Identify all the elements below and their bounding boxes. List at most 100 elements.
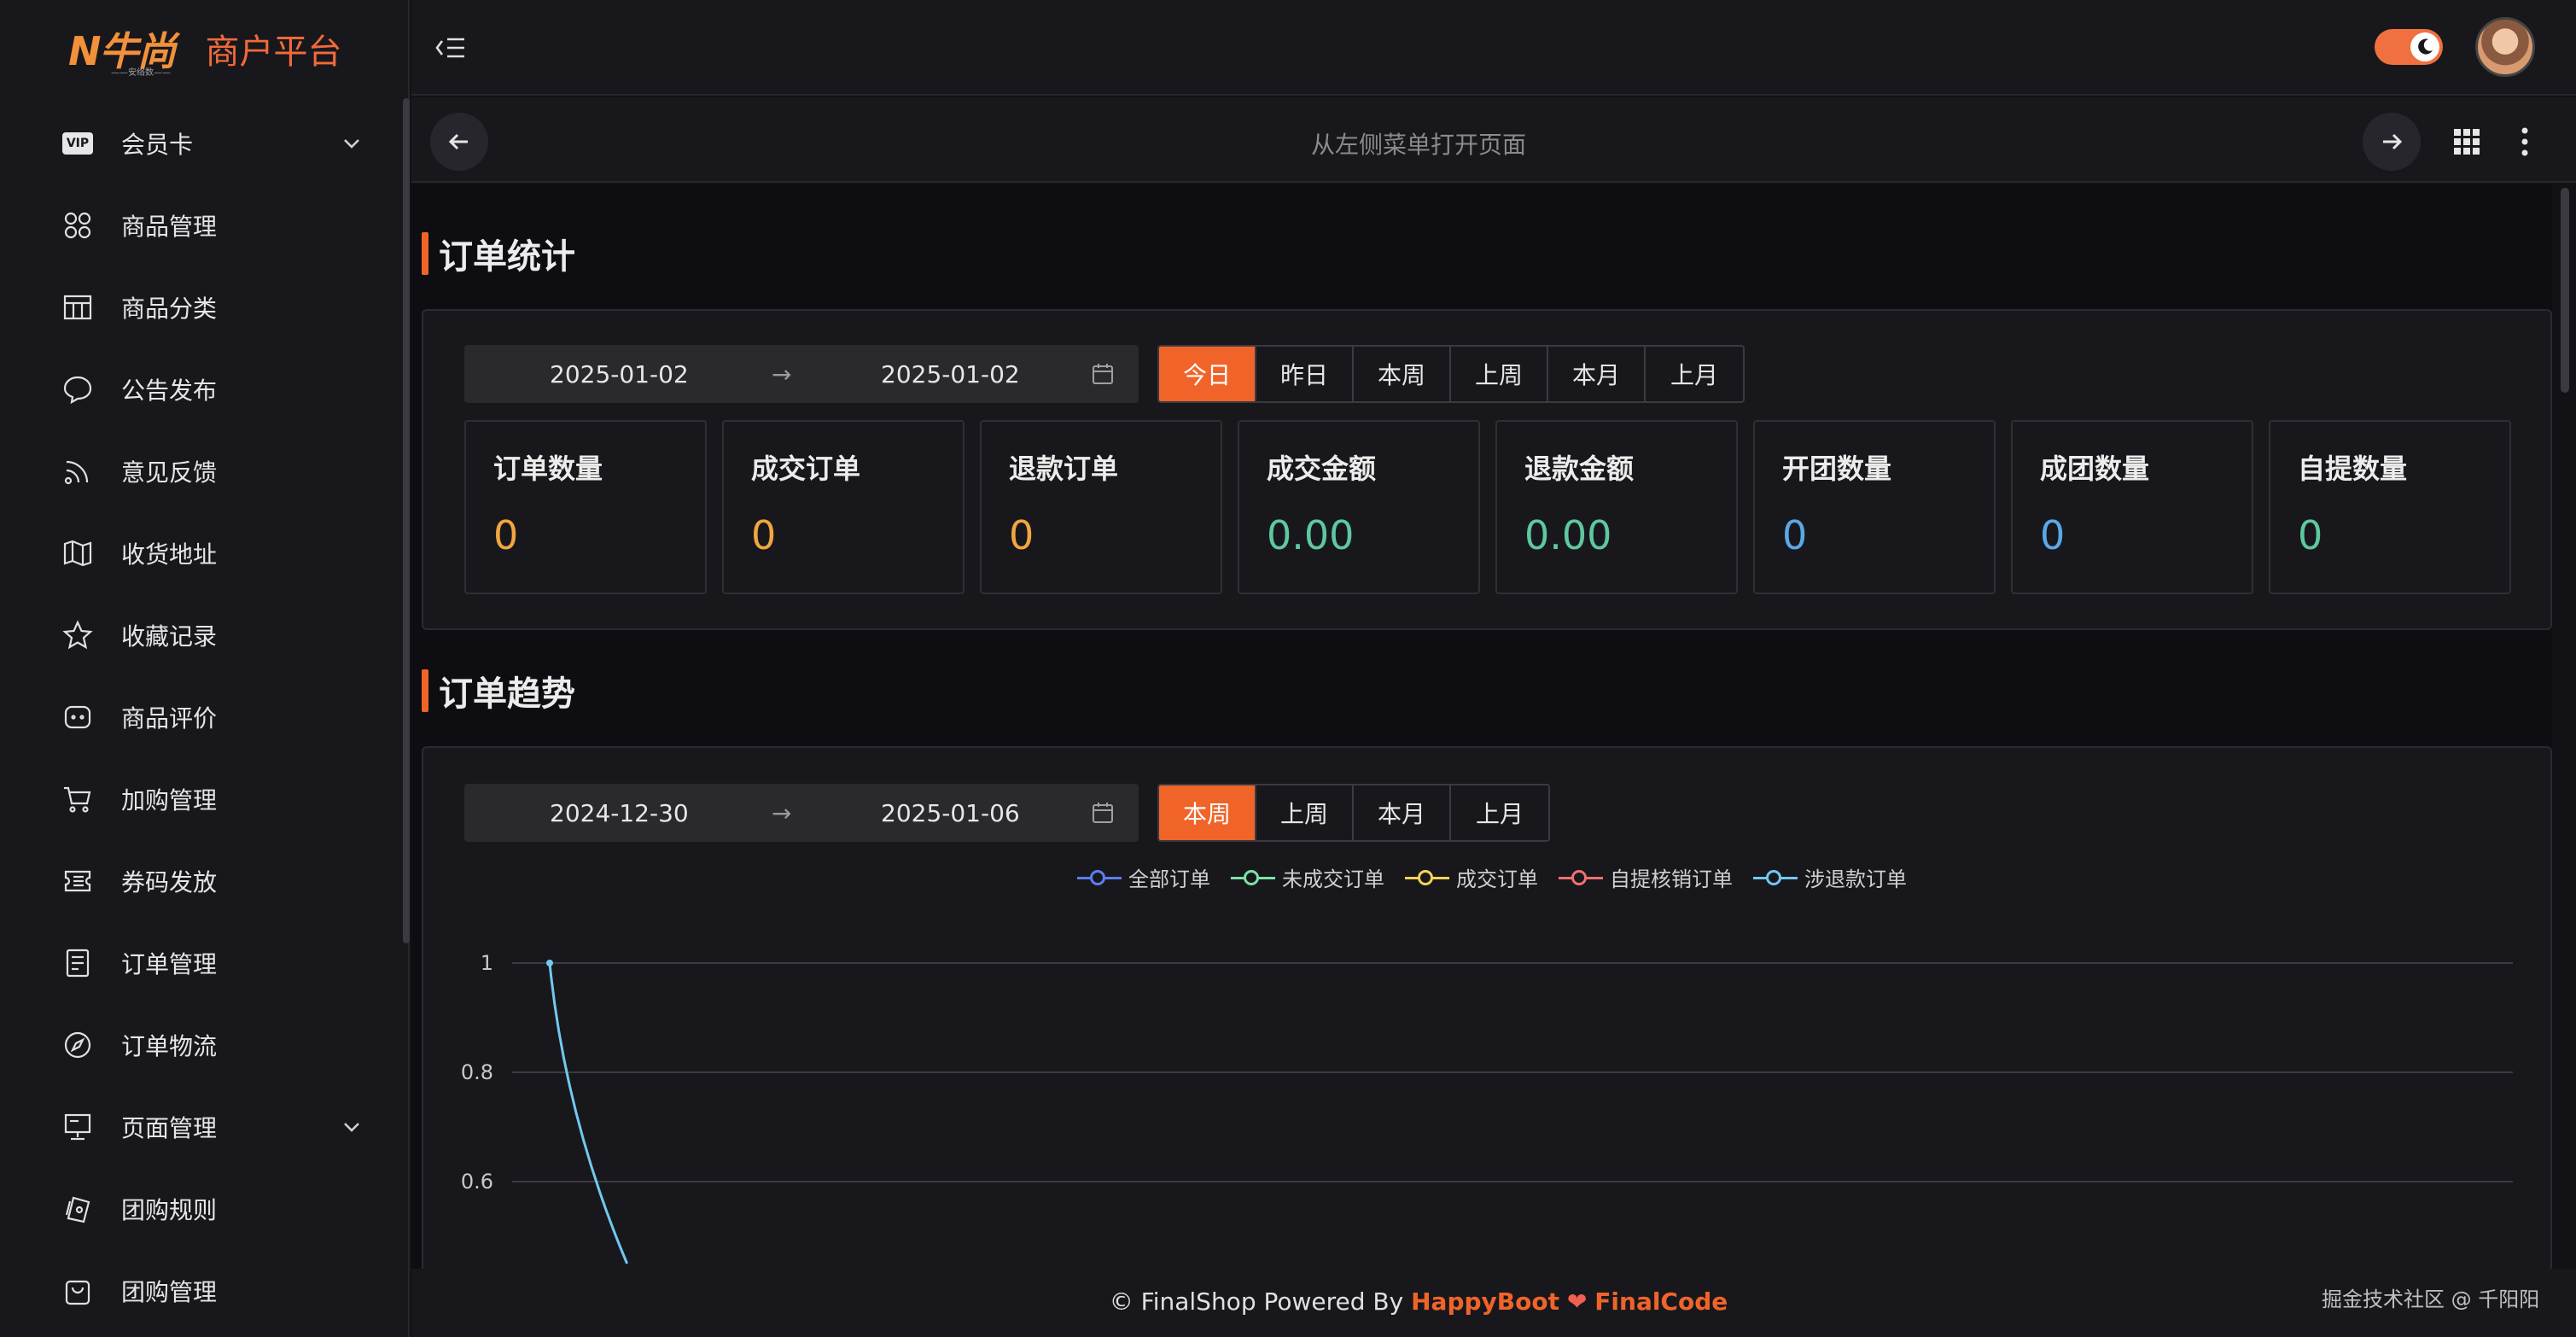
sidebar-item-6[interactable]: 收货地址 xyxy=(0,512,401,594)
moon-icon xyxy=(2410,32,2439,61)
stat-card-value: 0.00 xyxy=(1524,512,1612,558)
trend-range-buttons: 本周 上周 本月 上月 xyxy=(1157,784,1550,842)
rss-icon xyxy=(60,453,96,489)
stat-card-value: 0 xyxy=(2298,512,2323,558)
order-stats-title: 订单统计 xyxy=(422,229,575,278)
stat-card-label: 开团数量 xyxy=(1782,452,1892,485)
star-icon xyxy=(60,617,96,653)
sidebar-item-1[interactable]: VIP 会员卡 xyxy=(0,102,401,184)
sidebar-item-label: 意见反馈 xyxy=(121,458,218,487)
legend-label: 成交订单 xyxy=(1456,867,1538,891)
trend-date-end[interactable]: 2025-01-06 xyxy=(881,799,1020,827)
order-trend-title-text: 订单趋势 xyxy=(439,674,575,714)
sidebar-item-11[interactable]: 订单管理 xyxy=(0,922,401,1004)
legend-item[interactable]: 成交订单 xyxy=(1405,862,1538,892)
legend-label: 涉退款订单 xyxy=(1804,867,1907,891)
sidebar-item-13[interactable]: 页面管理 xyxy=(0,1086,401,1168)
footer-prefix: © FinalShop Powered By xyxy=(1109,1287,1412,1316)
legend-item[interactable]: 全部订单 xyxy=(1077,862,1210,892)
legend-swatch xyxy=(1405,867,1449,888)
stat-card: 退款订单 0 xyxy=(980,420,1222,594)
chat-bubble-icon xyxy=(60,371,96,407)
sidebar-item-5[interactable]: 意见反馈 xyxy=(0,430,401,512)
compass-icon xyxy=(60,1027,96,1063)
footer-watermark: 掘金技术社区 @ 千阳阳 xyxy=(2322,1287,2540,1311)
tab-placeholder-text: 从左侧菜单打开页面 xyxy=(1310,131,1526,159)
stats-date-start[interactable]: 2025-01-02 xyxy=(550,360,689,388)
y-tick-label: 1 xyxy=(481,951,493,975)
trend-date-start[interactable]: 2024-12-30 xyxy=(550,799,689,827)
series-line xyxy=(548,962,629,1264)
stat-card: 自提数量 0 xyxy=(2269,420,2511,594)
sidebar-item-14[interactable]: 团购规则 xyxy=(0,1168,401,1250)
stat-card-value: 0 xyxy=(751,512,777,558)
cards-icon xyxy=(60,1191,96,1227)
cart-icon xyxy=(60,781,96,817)
sidebar-scrollbar[interactable] xyxy=(403,98,410,943)
chevron-down-icon[interactable] xyxy=(341,1117,362,1137)
trend-range-button-3[interactable]: 本月 xyxy=(1354,785,1451,840)
sidebar-menu: VIP 会员卡 商品管理 商品分类 公告发布意见反馈收货地址 收藏记录 商品评价加购管理券码… xyxy=(0,102,401,1332)
order-stats-title-text: 订单统计 xyxy=(439,237,575,277)
trend-range-button-1[interactable]: 本周 xyxy=(1159,785,1256,840)
stats-date-range-picker[interactable]: 2025-01-02 → 2025-01-02 xyxy=(464,345,1139,403)
legend-item[interactable]: 未成交订单 xyxy=(1231,862,1384,892)
user-avatar[interactable] xyxy=(2475,17,2535,77)
calendar-icon xyxy=(1091,362,1115,386)
stats-range-button-6[interactable]: 上月 xyxy=(1646,347,1743,401)
footer-credits: © FinalShop Powered By HappyBoot ❤ Final… xyxy=(411,1287,2426,1316)
order-trend-title: 订单趋势 xyxy=(422,666,575,715)
sidebar-item-12[interactable]: 订单物流 xyxy=(0,1004,401,1086)
forward-arrow-icon[interactable] xyxy=(2363,113,2421,171)
sidebar-item-9[interactable]: 加购管理 xyxy=(0,758,401,840)
stat-card: 订单数量 0 xyxy=(464,420,707,594)
sidebar-item-8[interactable]: 商品评价 xyxy=(0,676,401,758)
stats-range-button-2[interactable]: 昨日 xyxy=(1256,347,1354,401)
stat-card-label: 成交订单 xyxy=(751,452,861,485)
sidebar-item-label: 加购管理 xyxy=(121,786,218,814)
y-tick-label: 0.8 xyxy=(461,1060,493,1084)
stat-card-label: 成团数量 xyxy=(2040,452,2150,485)
data-point[interactable] xyxy=(546,960,553,966)
stats-range-button-5[interactable]: 本月 xyxy=(1548,347,1646,401)
brand-logo[interactable]: N牛尚 ——安络数—— 商户平台 xyxy=(68,19,342,79)
title-accent-bar xyxy=(422,669,428,712)
calendar-icon xyxy=(1091,801,1115,825)
sidebar-item-10[interactable]: 券码发放 xyxy=(0,840,401,922)
sidebar-item-4[interactable]: 公告发布 xyxy=(0,348,401,430)
legend-swatch xyxy=(1231,867,1275,888)
stats-range-button-4[interactable]: 上周 xyxy=(1451,347,1548,401)
sidebar-item-15[interactable]: 团购管理 xyxy=(0,1250,401,1332)
dark-mode-toggle[interactable] xyxy=(2375,29,2443,65)
table-icon xyxy=(60,289,96,325)
y-tick-label: 0.6 xyxy=(461,1170,493,1194)
stats-range-button-1[interactable]: 今日 xyxy=(1159,347,1256,401)
trend-range-button-2[interactable]: 上周 xyxy=(1256,785,1354,840)
stat-card-label: 订单数量 xyxy=(493,452,603,485)
chevron-down-icon[interactable] xyxy=(341,133,362,154)
stat-card: 开团数量 0 xyxy=(1753,420,1996,594)
stats-range-button-3[interactable]: 本周 xyxy=(1354,347,1451,401)
legend-item[interactable]: 自提核销订单 xyxy=(1559,862,1733,892)
footer-link-happyboot[interactable]: HappyBoot xyxy=(1411,1287,1559,1316)
grid-menu-icon[interactable] xyxy=(2451,126,2482,157)
top-header xyxy=(411,0,2576,96)
stats-range-buttons: 今日 昨日 本周 上周 本月 上月 xyxy=(1157,345,1745,403)
footer-link-finalcode[interactable]: FinalCode xyxy=(1594,1287,1728,1316)
sidebar-item-7[interactable]: 收藏记录 xyxy=(0,594,401,676)
presentation-icon xyxy=(60,1109,96,1145)
stats-date-end[interactable]: 2025-01-02 xyxy=(881,360,1020,388)
collapse-menu-icon[interactable] xyxy=(434,31,468,65)
date-arrow-icon: → xyxy=(772,798,792,827)
more-vertical-icon[interactable] xyxy=(2516,125,2533,159)
content-scrollbar[interactable] xyxy=(2561,188,2569,393)
legend-swatch xyxy=(1559,867,1603,888)
sidebar-item-3[interactable]: 商品分类 xyxy=(0,266,401,348)
comment-icon xyxy=(60,699,96,735)
sidebar-item-2[interactable]: 商品管理 xyxy=(0,184,401,266)
legend-item[interactable]: 涉退款订单 xyxy=(1753,862,1907,892)
stat-card-label: 自提数量 xyxy=(2298,452,2408,485)
trend-date-range-picker[interactable]: 2024-12-30 → 2025-01-06 xyxy=(464,784,1139,842)
sidebar-item-label: 订单物流 xyxy=(121,1032,218,1060)
trend-range-button-4[interactable]: 上月 xyxy=(1451,785,1548,840)
